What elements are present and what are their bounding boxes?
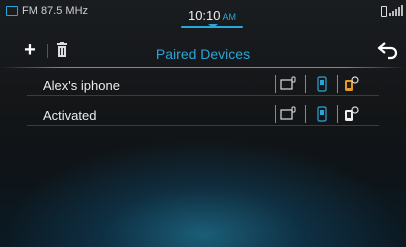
row-divider (337, 75, 338, 93)
car-phone-icon[interactable] (280, 76, 296, 92)
device-row[interactable]: Activated (27, 103, 379, 126)
clock-notch-icon (208, 24, 218, 28)
row-divider (275, 75, 276, 93)
clock-ampm: AM (222, 12, 237, 22)
phone-audio-icon[interactable] (314, 106, 330, 122)
row-divider (275, 105, 276, 123)
back-arrow-icon (377, 42, 398, 60)
phone-audio-icon[interactable] (314, 76, 330, 92)
radio-status[interactable]: FM 87.5 MHz (6, 5, 88, 17)
row-divider (305, 75, 306, 93)
phone-settings-icon[interactable] (343, 106, 359, 122)
signal-icon (389, 5, 403, 16)
battery-icon (381, 6, 387, 17)
clock-time: 10:10 (187, 8, 221, 23)
device-row[interactable]: Alex's iphone (27, 73, 379, 96)
row-divider (337, 105, 338, 123)
page-title: Paired Devices (155, 46, 251, 62)
device-name: Alex's iphone (43, 78, 120, 93)
car-phone-icon[interactable] (280, 106, 296, 122)
status-bar: FM 87.5 MHz 10:10 AM (0, 0, 406, 30)
back-button[interactable] (376, 40, 400, 60)
header-divider (0, 67, 406, 68)
radio-icon (6, 6, 18, 16)
device-name: Activated (43, 108, 97, 123)
phone-settings-icon[interactable] (343, 76, 359, 92)
clock: 10:10 AM (173, 2, 251, 28)
toolbar: + Paired Devices (0, 38, 406, 68)
row-divider (305, 105, 306, 123)
radio-frequency: FM 87.5 MHz (22, 5, 89, 17)
